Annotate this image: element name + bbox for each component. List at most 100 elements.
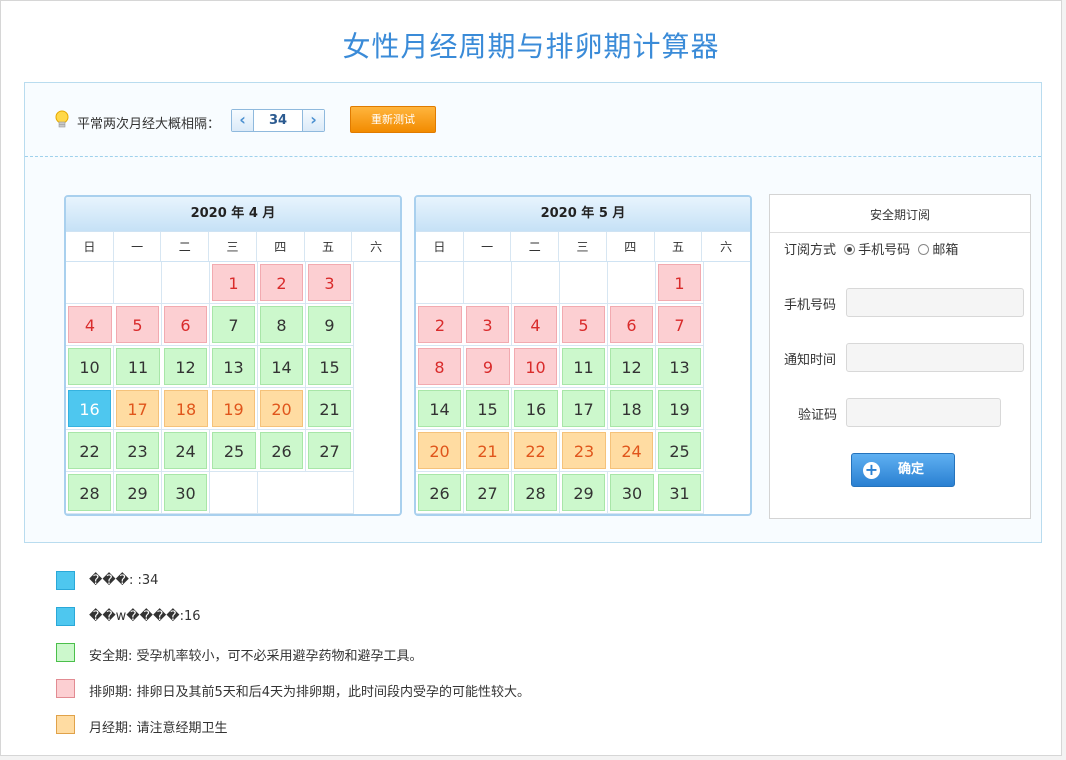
- verification-code-input[interactable]: [846, 398, 1001, 427]
- day-cell[interactable]: 19: [656, 388, 704, 430]
- empty-day-cell: [416, 514, 464, 516]
- interval-stepper: ‹ 34 ›: [231, 109, 325, 132]
- day-cell[interactable]: 14: [258, 346, 306, 388]
- day-cell[interactable]: 8: [416, 346, 464, 388]
- decrease-interval-button[interactable]: ‹: [232, 110, 254, 131]
- day-cell[interactable]: 20: [258, 388, 306, 430]
- calculator-panel: 平常两次月经大概相隔： ‹ 34 › 重新测试 2020 年 4 月 日 一 二…: [24, 82, 1042, 543]
- empty-day-cell: [560, 514, 608, 516]
- day-cell[interactable]: 1: [656, 262, 704, 304]
- day-cell[interactable]: 11: [560, 346, 608, 388]
- day-number: 24: [164, 432, 207, 469]
- day-cell[interactable]: 12: [608, 346, 656, 388]
- empty-day-cell: [114, 262, 162, 304]
- interval-value[interactable]: 34: [254, 110, 302, 131]
- day-cell[interactable]: 4: [66, 304, 114, 346]
- day-number: 3: [308, 264, 351, 301]
- day-cell[interactable]: 14: [416, 388, 464, 430]
- day-cell[interactable]: 8: [258, 304, 306, 346]
- day-cell[interactable]: 22: [512, 430, 560, 472]
- day-cell[interactable]: 3: [464, 304, 512, 346]
- empty-day-cell: [66, 514, 114, 516]
- day-cell[interactable]: 26: [416, 472, 464, 514]
- day-cell[interactable]: 28: [512, 472, 560, 514]
- day-cell[interactable]: 19: [210, 388, 258, 430]
- email-radio[interactable]: [918, 244, 930, 255]
- email-option-label[interactable]: 邮箱: [932, 243, 958, 258]
- confirm-label: 确定: [898, 462, 925, 477]
- phone-radio[interactable]: [844, 244, 856, 255]
- weekday-row: 日 一 二 三 四 五 六: [416, 231, 750, 262]
- phone-option-label[interactable]: 手机号码: [858, 243, 910, 258]
- day-number: 29: [116, 474, 159, 511]
- day-number: 8: [260, 306, 303, 343]
- day-cell[interactable]: 9: [306, 304, 354, 346]
- day-cell[interactable]: 24: [608, 430, 656, 472]
- day-cell[interactable]: 5: [560, 304, 608, 346]
- day-cell[interactable]: 6: [608, 304, 656, 346]
- day-cell[interactable]: 27: [464, 472, 512, 514]
- day-cell[interactable]: 21: [306, 388, 354, 430]
- day-cell[interactable]: 5: [114, 304, 162, 346]
- day-cell[interactable]: 9: [464, 346, 512, 388]
- legend-item: ��w����:16: [56, 607, 756, 627]
- day-cell[interactable]: 25: [210, 430, 258, 472]
- weekday-label: 二: [511, 232, 560, 261]
- day-cell[interactable]: 16: [66, 388, 114, 430]
- increase-interval-button[interactable]: ›: [302, 110, 324, 131]
- day-cell[interactable]: 26: [258, 430, 306, 472]
- day-cell[interactable]: 31: [656, 472, 704, 514]
- day-number: 17: [116, 390, 159, 427]
- day-cell[interactable]: 28: [66, 472, 114, 514]
- day-cell[interactable]: 7: [210, 304, 258, 346]
- retest-button[interactable]: 重新测试: [350, 106, 436, 133]
- page: 女性月经周期与排卵期计算器 平常两次月经大概相隔： ‹ 34 › 重新测试 20…: [0, 0, 1062, 756]
- day-cell[interactable]: 21: [464, 430, 512, 472]
- notify-time-input[interactable]: [846, 343, 1024, 372]
- day-cell[interactable]: 17: [114, 388, 162, 430]
- day-cell[interactable]: 15: [464, 388, 512, 430]
- day-cell[interactable]: 18: [608, 388, 656, 430]
- day-cell[interactable]: 15: [306, 346, 354, 388]
- day-cell[interactable]: 23: [114, 430, 162, 472]
- confirm-button[interactable]: + 确定: [851, 453, 955, 487]
- day-cell[interactable]: 1: [210, 262, 258, 304]
- day-cell[interactable]: 16: [512, 388, 560, 430]
- day-cell[interactable]: 3: [306, 262, 354, 304]
- day-cell[interactable]: 11: [114, 346, 162, 388]
- day-cell[interactable]: 30: [162, 472, 210, 514]
- settings-bar: 平常两次月经大概相隔： ‹ 34 › 重新测试: [25, 83, 1041, 157]
- day-cell[interactable]: 12: [162, 346, 210, 388]
- day-cell[interactable]: 13: [210, 346, 258, 388]
- day-cell[interactable]: 23: [560, 430, 608, 472]
- day-cell[interactable]: 7: [656, 304, 704, 346]
- day-cell[interactable]: 25: [656, 430, 704, 472]
- day-cell[interactable]: 10: [512, 346, 560, 388]
- day-cell[interactable]: 27: [306, 430, 354, 472]
- day-cell[interactable]: 13: [656, 346, 704, 388]
- day-number: 25: [212, 432, 256, 469]
- phone-input[interactable]: [846, 288, 1024, 317]
- day-cell[interactable]: 29: [114, 472, 162, 514]
- day-number: 30: [610, 474, 654, 511]
- legend-text: ��w����:16: [89, 609, 201, 624]
- legend-text: 安全期: 受孕机率较小，可不必采用避孕药物和避孕工具。: [89, 649, 423, 664]
- empty-day-cell: [608, 514, 656, 516]
- empty-day-cell: [258, 514, 306, 516]
- day-cell[interactable]: 24: [162, 430, 210, 472]
- day-cell[interactable]: 18: [162, 388, 210, 430]
- day-cell[interactable]: 22: [66, 430, 114, 472]
- day-number: 17: [562, 390, 605, 427]
- day-cell[interactable]: 2: [258, 262, 306, 304]
- day-number: 26: [418, 474, 461, 511]
- day-cell[interactable]: 30: [608, 472, 656, 514]
- calendar-april: 2020 年 4 月 日 一 二 三 四 五 六 1 2 3 4 5 6 7 8 9 10 11 12…: [64, 195, 402, 516]
- day-cell[interactable]: 6: [162, 304, 210, 346]
- day-cell[interactable]: 2: [416, 304, 464, 346]
- day-cell[interactable]: 20: [416, 430, 464, 472]
- day-cell[interactable]: 10: [66, 346, 114, 388]
- day-cell[interactable]: 4: [512, 304, 560, 346]
- day-cell[interactable]: 29: [560, 472, 608, 514]
- phone-label: 手机号码: [784, 298, 837, 313]
- day-cell[interactable]: 17: [560, 388, 608, 430]
